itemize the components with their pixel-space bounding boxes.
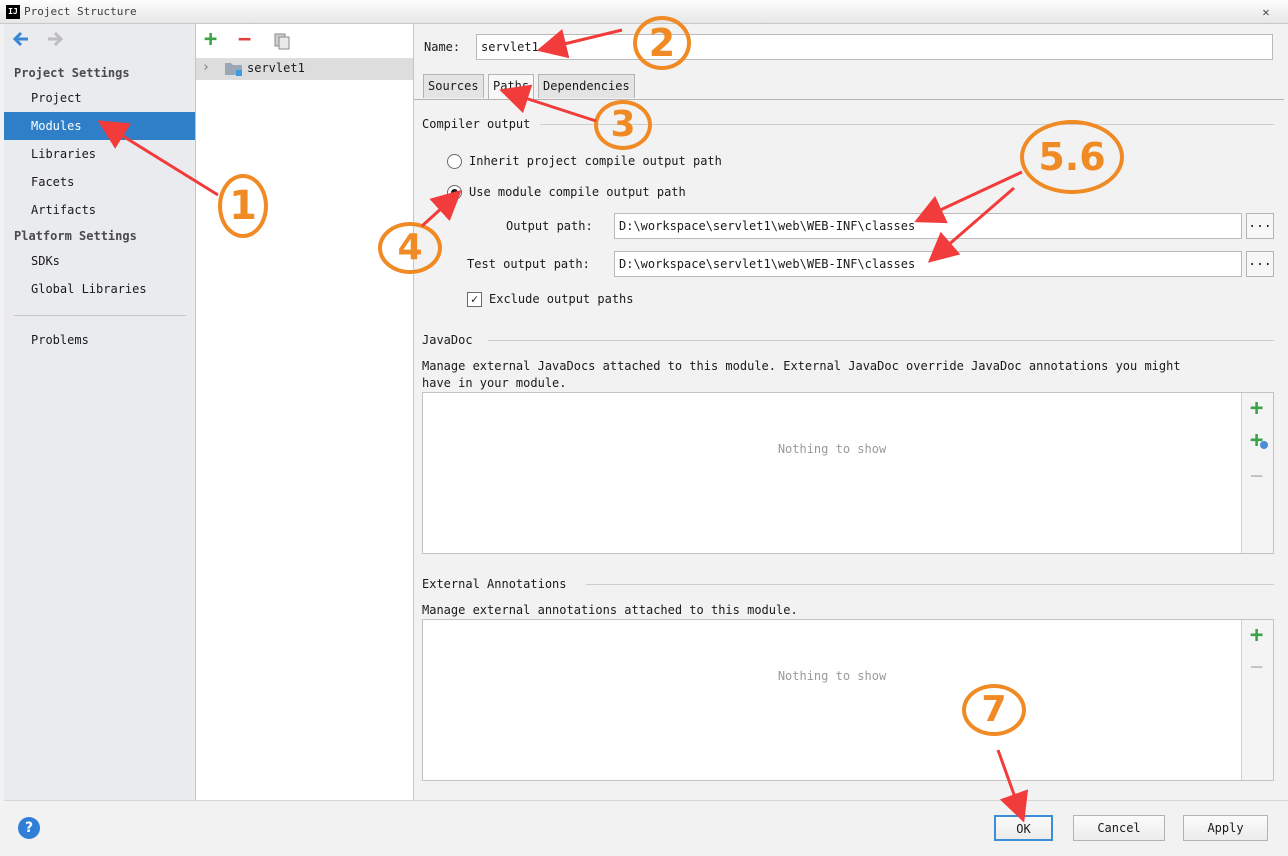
annotation-arrows [97, 28, 1029, 823]
arrow-to-ok-button [996, 749, 1029, 823]
arrow-to-paths-tab [499, 84, 597, 123]
arrow-to-modules [97, 120, 219, 197]
arrow-to-test-output-path [927, 186, 1015, 263]
arrow-to-name-field [536, 28, 623, 59]
arrow-to-use-module-radio [420, 189, 462, 228]
